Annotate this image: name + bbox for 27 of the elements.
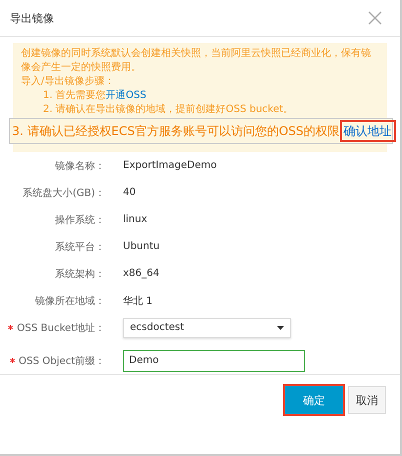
field-label: 系统盘大小(GB)： — [22, 186, 105, 200]
close-icon[interactable] — [368, 11, 382, 25]
cancel-button[interactable]: 取消 — [348, 386, 386, 414]
step-link[interactable]: 开通OSS — [106, 90, 146, 101]
field-label: OSS Bucket地址： — [17, 322, 105, 334]
field-value: x86_64 — [123, 268, 160, 279]
step-text: 1. 首先需要您 — [43, 90, 106, 101]
callout-text: 3. 请确认已经授权ECS官方服务账号可以访问您的OSS的权限 — [12, 123, 340, 140]
field-label: 系统架构： — [55, 268, 105, 280]
field-label: 操作系统： — [55, 214, 105, 226]
step-text: 2. 请确认在导出镜像的地域，提前创建好OSS bucket。 — [43, 104, 294, 115]
notice-text: 创建镜像的同时系统默认会创建相关快照，当前阿里云快照已经商业化，保有镜像会产生一定的快照费用。 — [21, 47, 372, 75]
dialog-title: 导出镜像 — [10, 10, 54, 26]
field-label: 系统平台： — [55, 240, 105, 254]
prefix-input[interactable]: Demo — [123, 350, 305, 372]
confirm-link[interactable]: 确认地址 — [340, 120, 396, 142]
field-value: 40 — [123, 187, 136, 198]
caret-icon — [277, 326, 284, 330]
field-label: OSS Object前缀： — [18, 354, 105, 368]
field-label: 镜像所在地域： — [35, 294, 105, 308]
field-value: ExportImageDemo — [123, 160, 217, 171]
field-value: 华北 1 — [123, 294, 153, 308]
field-value: linux — [123, 214, 148, 225]
bucket-select[interactable]: ecsdoctest — [123, 318, 291, 338]
field-label: 镜像名称： — [55, 160, 105, 172]
steps-title: 导入/导出镜像步骤： — [21, 75, 116, 89]
field-value: Ubuntu — [123, 241, 160, 252]
